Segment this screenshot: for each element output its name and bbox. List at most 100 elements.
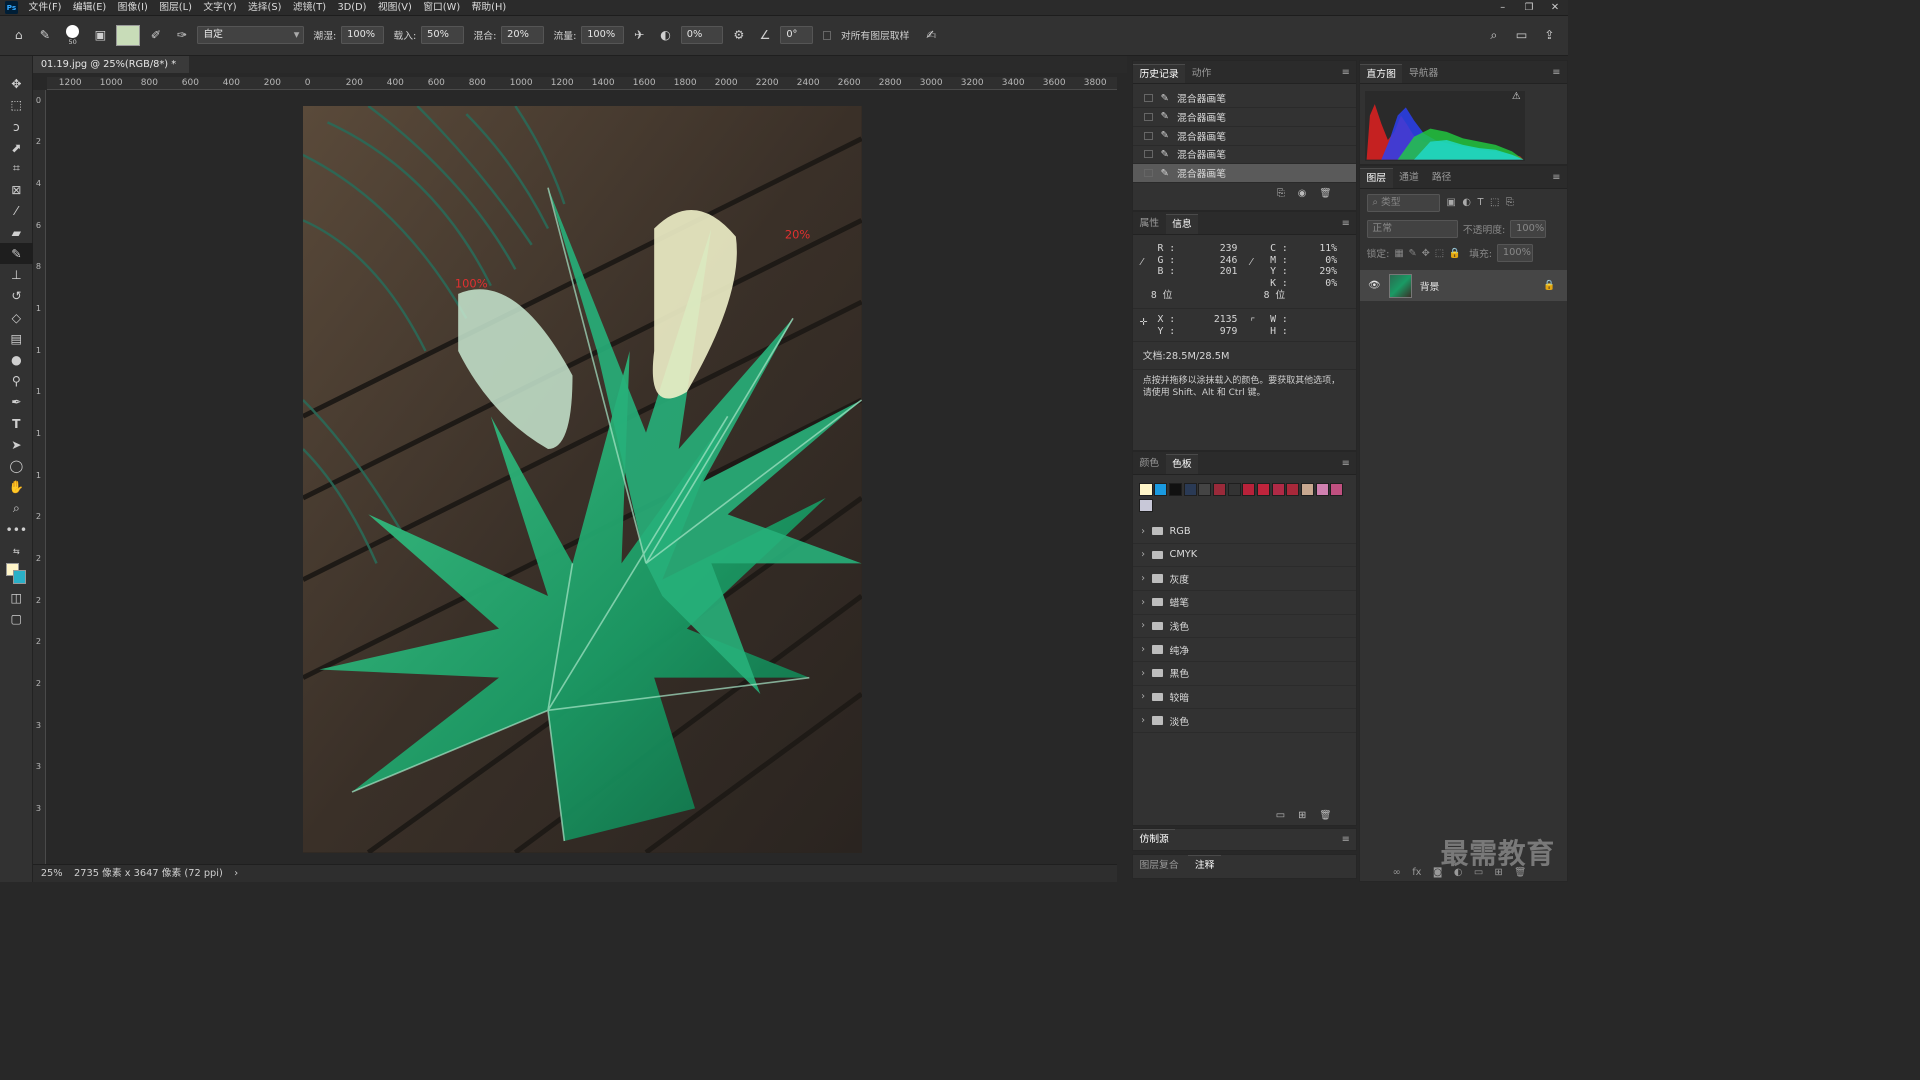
dodge-tool-icon[interactable]: ⚲ bbox=[0, 371, 33, 392]
history-snapshot-checkbox[interactable] bbox=[1144, 131, 1153, 140]
swatch-group[interactable]: › 蜡笔 bbox=[1132, 591, 1357, 615]
tab-color[interactable]: 颜色 bbox=[1133, 454, 1166, 474]
load-brush-icon[interactable]: ✐ bbox=[145, 25, 166, 46]
lock-pixels-icon[interactable]: ✎ bbox=[1408, 248, 1416, 259]
ellipse-tool-icon[interactable]: ◯ bbox=[0, 455, 33, 476]
panel-menu-icon[interactable]: ≡ bbox=[1552, 172, 1560, 183]
tab-layers[interactable]: 图层 bbox=[1359, 168, 1393, 188]
history-item[interactable]: ✎ 混合器画笔 bbox=[1132, 146, 1357, 165]
background-color-swatch[interactable] bbox=[13, 570, 27, 584]
panel-menu-icon[interactable]: ≡ bbox=[1342, 67, 1350, 78]
history-snapshot-checkbox[interactable] bbox=[1144, 112, 1153, 121]
move-tool-icon[interactable]: ✥ bbox=[0, 73, 33, 94]
chevron-right-icon[interactable]: › bbox=[1141, 668, 1145, 679]
color-swatch[interactable] bbox=[1301, 482, 1315, 496]
type-tool-icon[interactable]: T bbox=[0, 413, 33, 434]
trash-icon[interactable]: 🗑 bbox=[1319, 188, 1331, 199]
menu-type[interactable]: 文字(Y) bbox=[198, 0, 243, 16]
history-item[interactable]: ✎ 混合器画笔 bbox=[1132, 89, 1357, 108]
brush-size-picker[interactable]: 50 bbox=[60, 24, 85, 46]
tab-info[interactable]: 信息 bbox=[1165, 213, 1199, 234]
lasso-tool-icon[interactable]: ↄ bbox=[0, 116, 33, 137]
pen-tool-icon[interactable]: ✒ bbox=[0, 392, 33, 413]
menu-file[interactable]: 文件(F) bbox=[23, 0, 67, 16]
lock-position-icon[interactable]: ✥ bbox=[1422, 248, 1430, 259]
new-document-from-state-icon[interactable]: ⎘ bbox=[1277, 188, 1285, 199]
share-icon[interactable]: ⇪ bbox=[1539, 25, 1560, 46]
mixer-brush-tool-icon[interactable]: ✎ bbox=[0, 243, 33, 265]
color-swatch[interactable] bbox=[1315, 482, 1329, 496]
brush-settings-icon[interactable]: ▣ bbox=[90, 25, 111, 46]
history-item[interactable]: ✎ 混合器画笔 bbox=[1132, 108, 1357, 127]
document-image[interactable]: 100% 20% bbox=[302, 106, 862, 853]
marquee-tool-icon[interactable]: ⬚ bbox=[0, 95, 33, 116]
eyedropper-tool-icon[interactable]: ⁄ bbox=[0, 201, 33, 222]
layer-filter-select[interactable]: ⌕ 类型 bbox=[1366, 193, 1441, 212]
tab-channels[interactable]: 通道 bbox=[1393, 168, 1426, 188]
menu-filter[interactable]: 滤镜(T) bbox=[287, 0, 332, 16]
eraser-tool-icon[interactable]: ◇ bbox=[0, 307, 33, 328]
chevron-right-icon[interactable]: › bbox=[1141, 526, 1145, 537]
chevron-right-icon[interactable]: › bbox=[1141, 715, 1145, 726]
color-swatch[interactable] bbox=[1154, 482, 1168, 496]
tab-swatches[interactable]: 色板 bbox=[1165, 454, 1199, 474]
blend-preset-select[interactable]: 自定 ▼ bbox=[197, 26, 304, 45]
screen-mode-icon[interactable]: ▢ bbox=[0, 609, 33, 630]
menu-edit[interactable]: 编辑(E) bbox=[67, 0, 112, 16]
chevron-right-icon[interactable]: › bbox=[1141, 573, 1145, 584]
color-swatch[interactable] bbox=[1242, 482, 1256, 496]
pressure-icon[interactable]: ✍ bbox=[921, 25, 942, 46]
tab-layer-comps[interactable]: 图层复合 bbox=[1133, 856, 1185, 876]
menu-select[interactable]: 选择(S) bbox=[242, 0, 287, 16]
eye-icon[interactable]: 👁 bbox=[1368, 280, 1380, 291]
panel-menu-icon[interactable]: ≡ bbox=[1552, 67, 1560, 78]
new-swatch-icon[interactable]: ⊞ bbox=[1298, 810, 1306, 821]
tab-clone-source[interactable]: 仿制源 bbox=[1132, 829, 1176, 849]
tab-paths[interactable]: 路径 bbox=[1425, 168, 1458, 188]
color-swatch[interactable] bbox=[1330, 482, 1344, 496]
menu-layer[interactable]: 图层(L) bbox=[154, 0, 198, 16]
history-brush-tool-icon[interactable]: ↺ bbox=[0, 286, 33, 307]
swatch-group[interactable]: › 纯净 bbox=[1132, 638, 1357, 662]
tab-notes[interactable]: 注释 bbox=[1188, 855, 1221, 875]
crop-tool-icon[interactable]: ⌗ bbox=[0, 158, 33, 179]
filter-type-icon[interactable]: T bbox=[1477, 197, 1483, 208]
swatch-group[interactable]: › 较暗 bbox=[1132, 686, 1357, 710]
color-swatch[interactable] bbox=[1168, 482, 1182, 496]
color-swatches[interactable] bbox=[0, 562, 33, 588]
panel-menu-icon[interactable]: ≡ bbox=[1342, 458, 1350, 469]
panel-menu-icon[interactable]: ≡ bbox=[1342, 218, 1350, 229]
minimize-icon[interactable]: – bbox=[1490, 0, 1516, 16]
fill-field[interactable]: 100% bbox=[1497, 244, 1533, 263]
swatch-group[interactable]: › 淡色 bbox=[1132, 709, 1357, 733]
link-layers-icon[interactable]: ∞ bbox=[1393, 867, 1401, 878]
swatch-group[interactable]: › CMYK bbox=[1132, 544, 1357, 568]
tab-actions[interactable]: 动作 bbox=[1185, 64, 1218, 84]
load-field[interactable]: 50% bbox=[421, 26, 464, 45]
swatch-group[interactable]: › RGB bbox=[1132, 520, 1357, 544]
filter-pixel-icon[interactable]: ▣ bbox=[1447, 197, 1456, 208]
tab-navigator[interactable]: 导航器 bbox=[1402, 64, 1444, 84]
smoothing-field[interactable]: 0% bbox=[680, 26, 724, 45]
chevron-right-icon[interactable]: › bbox=[1141, 644, 1145, 655]
filter-smart-object-icon[interactable]: ⎘ bbox=[1506, 197, 1514, 208]
layer-row-background[interactable]: 👁 背景 🔒 bbox=[1359, 270, 1568, 302]
more-tools-icon[interactable]: ••• bbox=[0, 519, 33, 540]
color-swatch[interactable] bbox=[1271, 482, 1285, 496]
swap-colors-icon[interactable]: ⇆ bbox=[0, 540, 33, 561]
color-swatch[interactable] bbox=[1139, 482, 1153, 496]
chevron-right-icon[interactable]: › bbox=[1141, 691, 1145, 702]
chevron-right-icon[interactable]: › bbox=[1141, 620, 1145, 631]
angle-field[interactable]: 0° bbox=[780, 26, 814, 45]
filter-adjustment-icon[interactable]: ◐ bbox=[1462, 197, 1471, 208]
warning-icon[interactable]: ⚠ bbox=[1512, 91, 1521, 102]
zoom-level[interactable]: 25% bbox=[41, 865, 63, 882]
color-swatch[interactable] bbox=[1198, 482, 1212, 496]
quick-mask-icon[interactable]: ◫ bbox=[0, 588, 33, 609]
flow-field[interactable]: 100% bbox=[581, 26, 624, 45]
menu-window[interactable]: 窗口(W) bbox=[418, 0, 466, 16]
mix-field[interactable]: 20% bbox=[501, 26, 544, 45]
airbrush-icon[interactable]: ✈ bbox=[629, 25, 650, 46]
document-tab[interactable]: 01.19.jpg @ 25%(RGB/8*) * × bbox=[32, 55, 190, 88]
history-snapshot-checkbox[interactable] bbox=[1144, 169, 1153, 178]
